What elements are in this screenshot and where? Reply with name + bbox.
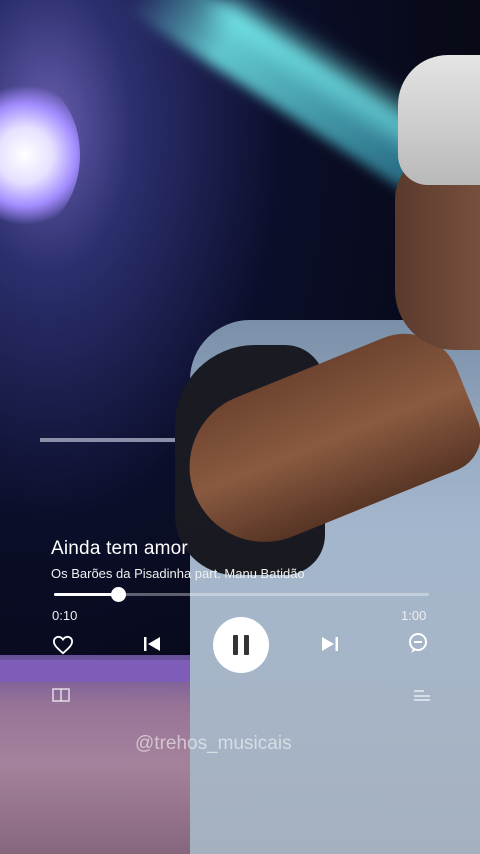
queue-list-icon — [414, 690, 430, 701]
lyrics-button[interactable] — [406, 631, 430, 655]
previous-button[interactable] — [141, 633, 163, 655]
song-title: Ainda tem amor — [51, 538, 188, 559]
progress-handle[interactable] — [110, 587, 126, 602]
pause-icon — [230, 635, 252, 655]
queue-button[interactable] — [412, 688, 432, 702]
background-video-frame — [0, 0, 480, 854]
background-dim — [0, 0, 480, 854]
like-button[interactable] — [51, 633, 75, 657]
skip-previous-icon — [144, 637, 160, 651]
progress-fill — [54, 593, 118, 596]
heart-icon — [52, 635, 74, 655]
watermark: @trehos_musicais — [135, 733, 292, 754]
skip-next-icon — [322, 637, 338, 651]
pause-button[interactable] — [213, 617, 269, 673]
next-button[interactable] — [319, 633, 341, 655]
elapsed-time: 0:10 — [52, 608, 78, 623]
total-time: 1:00 — [401, 608, 427, 623]
progress-slider[interactable] — [54, 587, 429, 602]
lyrics-bubble-icon — [409, 633, 427, 653]
card-icon — [52, 688, 70, 702]
share-card-button[interactable] — [52, 688, 70, 702]
song-artist: Os Barões da Pisadinha part. Manu Batidã… — [51, 566, 305, 581]
